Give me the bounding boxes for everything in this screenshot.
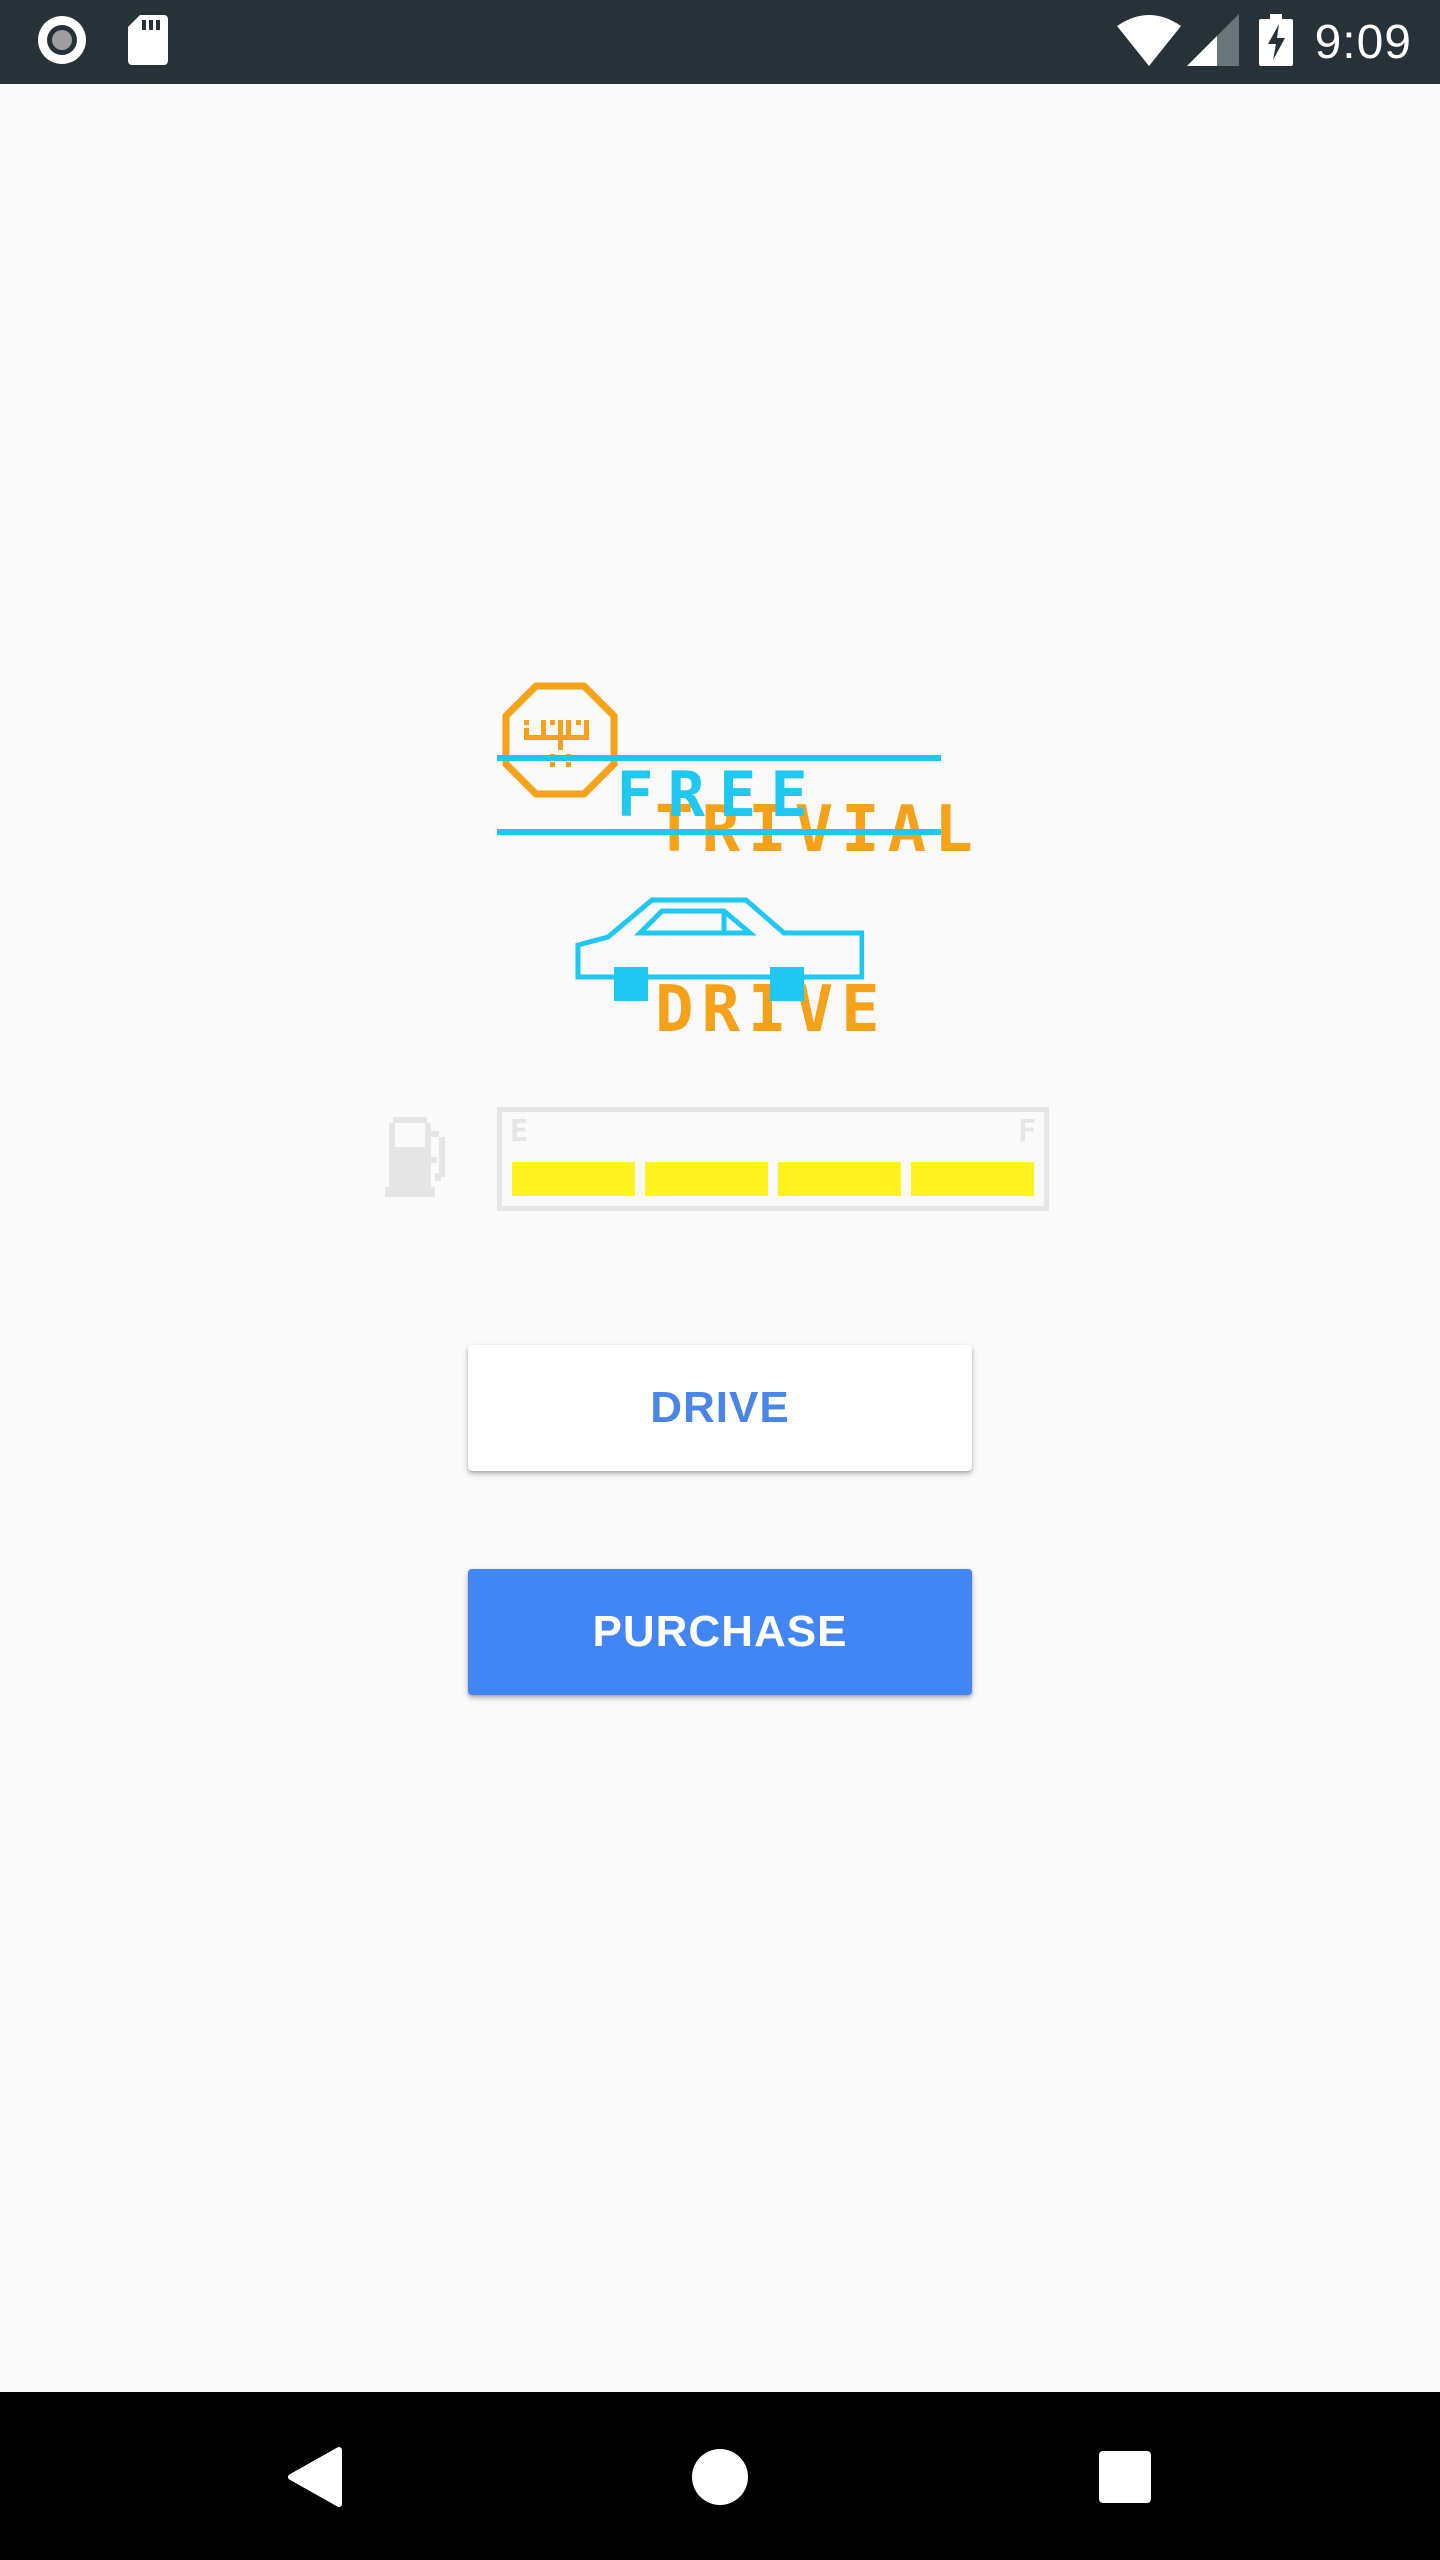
main-content	[0, 84, 1440, 2392]
status-clock: 9:09	[1314, 15, 1412, 69]
tier-badge: FREE	[497, 755, 941, 835]
navigation-bar	[0, 2392, 1440, 2560]
fuel-level-segment	[645, 1162, 768, 1196]
battery-charging-icon	[1258, 13, 1293, 71]
back-icon[interactable]	[280, 2442, 350, 2512]
purchase-button[interactable]: PURCHASE	[468, 1569, 972, 1695]
tier-label: FREE	[616, 758, 822, 831]
fuel-level-segment	[512, 1162, 635, 1196]
record-icon	[36, 14, 88, 71]
fuel-gauge: E F	[497, 1107, 1049, 1211]
fuel-pump-icon	[385, 1117, 451, 1202]
gauge-empty-label: E	[510, 1114, 529, 1149]
drive-button[interactable]: DRIVE	[468, 1345, 972, 1471]
status-right-icons: 9:09	[1116, 12, 1412, 72]
fuel-level-segment	[911, 1162, 1034, 1196]
fuel-gauge-area: E F	[385, 1107, 1050, 1217]
car-icon	[574, 895, 865, 1010]
wifi-icon	[1116, 14, 1181, 71]
app-logo: TRIVIAL DRIVE	[500, 600, 973, 1042]
gauge-full-label: F	[1017, 1114, 1036, 1149]
sd-card-icon	[128, 14, 168, 70]
fuel-level-segment	[778, 1162, 901, 1196]
recents-icon[interactable]	[1090, 2442, 1160, 2512]
status-bar: 9:09	[0, 0, 1440, 84]
home-icon[interactable]	[685, 2442, 755, 2512]
gauge-bars	[512, 1162, 1034, 1196]
cell-signal-icon	[1186, 13, 1239, 71]
status-left-icons	[36, 14, 168, 71]
